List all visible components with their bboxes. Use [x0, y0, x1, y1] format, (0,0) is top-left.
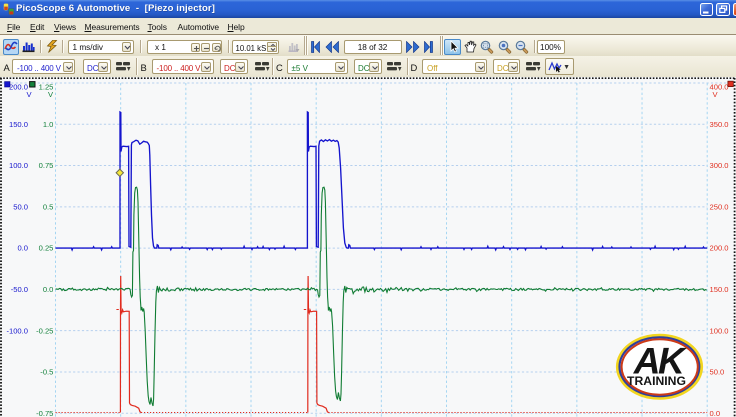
svg-text:-50.0: -50.0 — [11, 285, 28, 294]
svg-text:350.0: 350.0 — [710, 120, 729, 129]
svg-text:-100.0: -100.0 — [6, 326, 28, 335]
svg-text:0.0: 0.0 — [17, 244, 28, 253]
svg-text:0.0: 0.0 — [710, 409, 721, 417]
svg-text:0.0: 0.0 — [43, 285, 54, 294]
svg-text:1.0: 1.0 — [43, 120, 54, 129]
svg-text:-0.75: -0.75 — [36, 409, 53, 417]
svg-text:200.0: 200.0 — [9, 82, 28, 91]
svg-text:0.75: 0.75 — [39, 161, 54, 170]
svg-text:0.25: 0.25 — [39, 244, 54, 253]
svg-text:50.0: 50.0 — [710, 368, 725, 377]
svg-text:TRAINING: TRAINING — [627, 374, 686, 388]
svg-text:50.0: 50.0 — [13, 202, 28, 211]
svg-text:150.0: 150.0 — [9, 120, 28, 129]
svg-text:100.0: 100.0 — [710, 326, 729, 335]
svg-text:100.0: 100.0 — [9, 161, 28, 170]
svg-text:250.0: 250.0 — [710, 202, 729, 211]
svg-text:200.0: 200.0 — [710, 244, 729, 253]
svg-text:300.0: 300.0 — [710, 161, 729, 170]
svg-text:-0.25: -0.25 — [36, 326, 53, 335]
svg-text:0.5: 0.5 — [43, 202, 54, 211]
svg-text:-0.5: -0.5 — [40, 368, 53, 377]
svg-text:150.0: 150.0 — [710, 285, 729, 294]
